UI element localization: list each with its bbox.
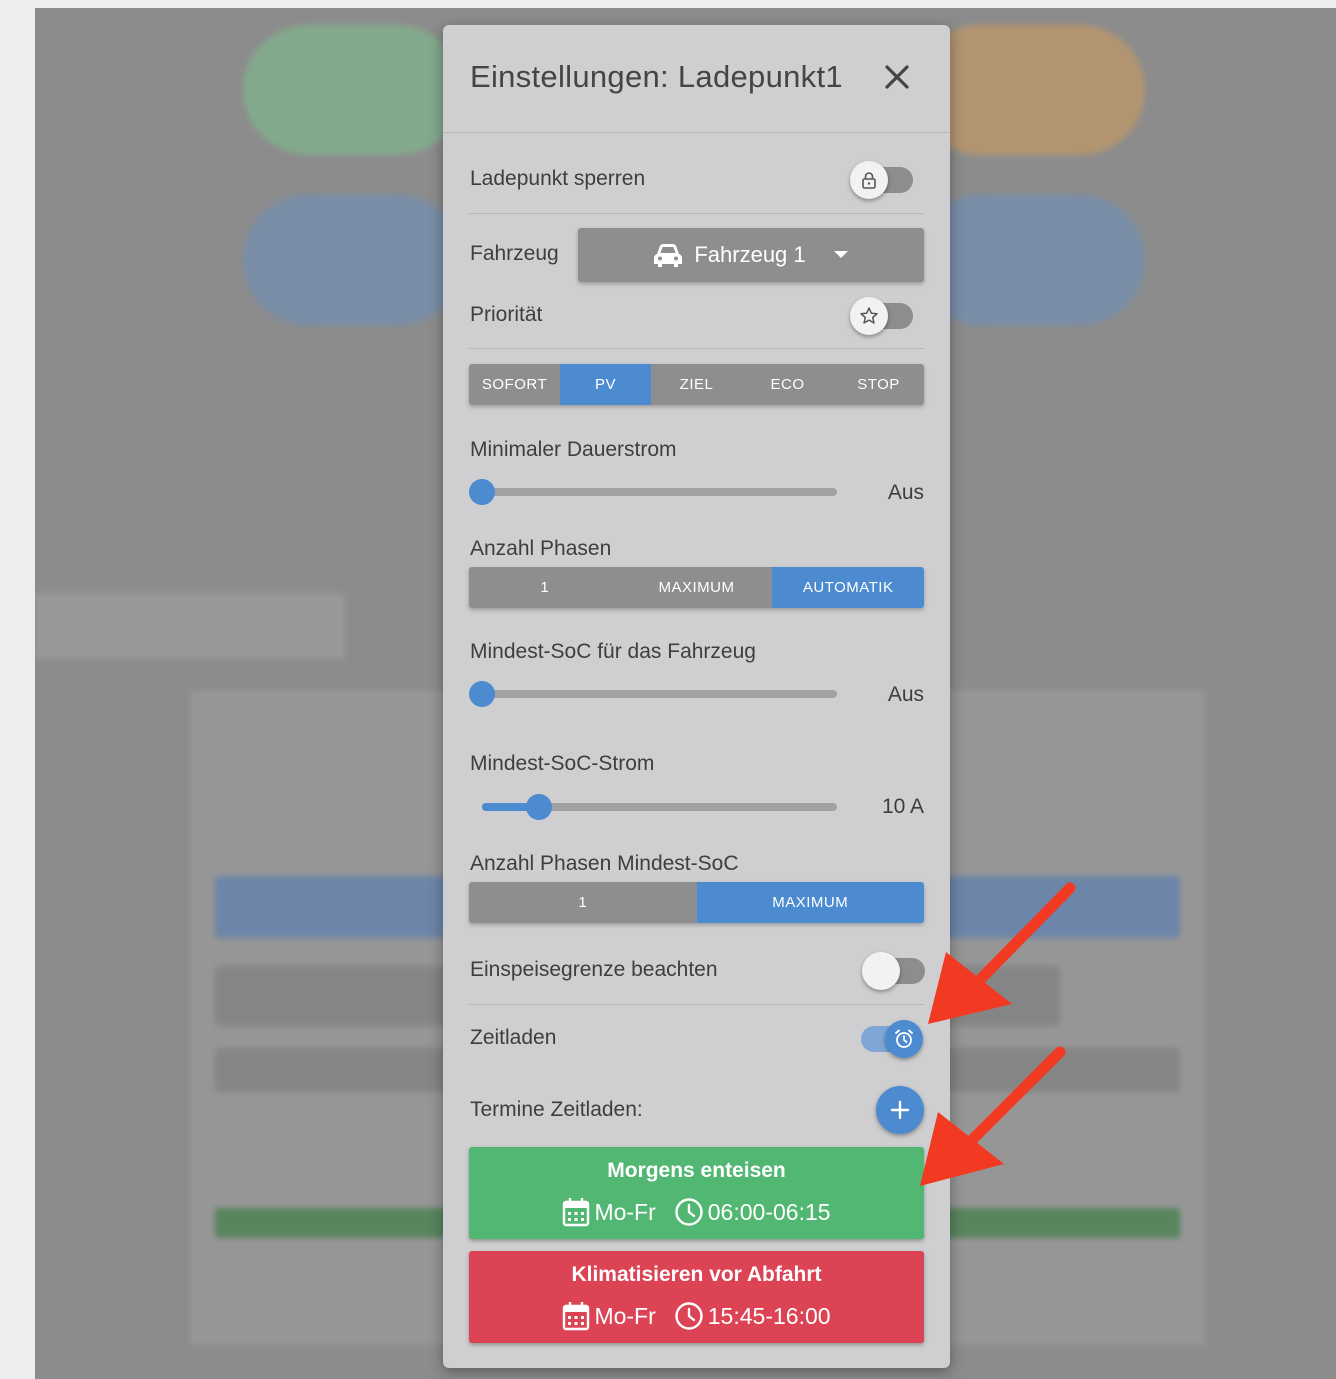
close-button[interactable] (881, 61, 913, 93)
schedule-plan-card[interactable]: Klimatisieren vor Abfahrt Mo-Fr 15:45-16… (469, 1251, 924, 1343)
phases-automatik[interactable]: AUTOMATIK (772, 567, 924, 608)
phases-group: 1 MAXIMUM AUTOMATIK (469, 567, 924, 608)
feed-in-limit-label: Einspeisegrenze beachten (470, 958, 718, 981)
min-soc-phases-label: Anzahl Phasen Mindest-SoC (470, 852, 739, 875)
dialog-title: Einstellungen: Ladepunkt1 (470, 59, 843, 94)
min-soc-slider[interactable] (469, 681, 837, 707)
alarm-clock-icon (895, 1029, 913, 1048)
charge-mode-group: SOFORT PV ZIEL ECO STOP (469, 364, 924, 405)
mode-sofort[interactable]: SOFORT (469, 364, 560, 405)
dialog-header: Einstellungen: Ladepunkt1 (443, 25, 950, 133)
mode-ziel[interactable]: ZIEL (651, 364, 742, 405)
schedules-label: Termine Zeitladen: (470, 1098, 643, 1121)
plan-details: Mo-Fr 06:00-06:15 (469, 1197, 924, 1227)
vehicle-label: Fahrzeug (470, 242, 559, 265)
min-soc-current-slider[interactable] (482, 794, 837, 820)
slider-thumb[interactable] (525, 794, 552, 820)
priority-toggle-knob (850, 297, 888, 335)
divider (469, 1004, 924, 1005)
feed-in-limit-toggle-knob (862, 952, 900, 990)
divider (469, 213, 924, 214)
priority-toggle[interactable] (850, 297, 913, 335)
calendar-icon (563, 1302, 590, 1331)
feed-in-limit-toggle[interactable] (862, 952, 925, 990)
min-soc-current-value: 10 A (881, 795, 924, 818)
mode-stop[interactable]: STOP (833, 364, 924, 405)
schedule-plan-card[interactable]: Morgens enteisen Mo-Fr 06:00-06:15 (469, 1147, 924, 1239)
slider-thumb[interactable] (469, 681, 495, 707)
priority-label: Priorität (470, 303, 543, 326)
mode-eco[interactable]: ECO (742, 364, 833, 405)
plan-details: Mo-Fr 15:45-16:00 (469, 1301, 924, 1331)
phases-maximum[interactable]: MAXIMUM (620, 567, 773, 608)
plan-name: Klimatisieren vor Abfahrt (571, 1263, 822, 1286)
bg-card-green (243, 25, 463, 155)
chevron-down-icon (833, 251, 848, 258)
vehicle-select-value: Fahrzeug 1 (694, 242, 806, 267)
calendar-icon (563, 1198, 590, 1227)
min-soc-value: Aus (887, 683, 924, 706)
settings-dialog: Einstellungen: Ladepunkt1 Ladepunkt sper… (443, 25, 950, 1368)
lock-toggle[interactable] (850, 161, 913, 199)
close-icon (885, 65, 909, 89)
mode-pv[interactable]: PV (560, 364, 651, 405)
min-soc-current-label: Mindest-SoC-Strom (470, 752, 655, 775)
plan-days: Mo-Fr (594, 1198, 656, 1225)
star-icon (860, 307, 878, 324)
min-current-label: Minimaler Dauerstrom (470, 438, 677, 461)
plan-name: Morgens enteisen (607, 1159, 786, 1182)
clock-icon (675, 1198, 703, 1226)
phases-1[interactable]: 1 (469, 567, 621, 608)
add-schedule-button[interactable] (876, 1086, 924, 1134)
min-soc-phases-maximum[interactable]: MAXIMUM (696, 882, 924, 923)
min-current-slider[interactable] (469, 479, 837, 505)
plan-time: 06:00-06:15 (707, 1198, 831, 1225)
bg-panel-left (35, 593, 345, 659)
plan-time: 15:45-16:00 (707, 1302, 831, 1329)
min-current-value: Aus (887, 481, 924, 504)
slider-thumb[interactable] (469, 479, 495, 505)
lock-toggle-knob (850, 161, 888, 199)
divider (469, 348, 924, 349)
min-soc-phases-group: 1 MAXIMUM (469, 882, 924, 923)
min-soc-label: Mindest-SoC für das Fahrzeug (470, 640, 756, 663)
min-soc-phases-1[interactable]: 1 (469, 882, 697, 923)
vehicle-select[interactable]: Fahrzeug 1 (578, 228, 924, 282)
clock-icon (675, 1302, 703, 1330)
timed-charging-toggle[interactable] (861, 1020, 923, 1058)
bg-card-blue-left (243, 195, 463, 325)
timed-charging-toggle-knob (885, 1020, 923, 1058)
phases-label: Anzahl Phasen (470, 537, 612, 560)
lock-label: Ladepunkt sperren (470, 167, 646, 190)
timed-charging-label: Zeitladen (470, 1026, 557, 1049)
lock-icon (862, 172, 876, 189)
car-icon (654, 244, 683, 267)
plan-days: Mo-Fr (594, 1302, 656, 1329)
plus-icon (890, 1100, 910, 1120)
